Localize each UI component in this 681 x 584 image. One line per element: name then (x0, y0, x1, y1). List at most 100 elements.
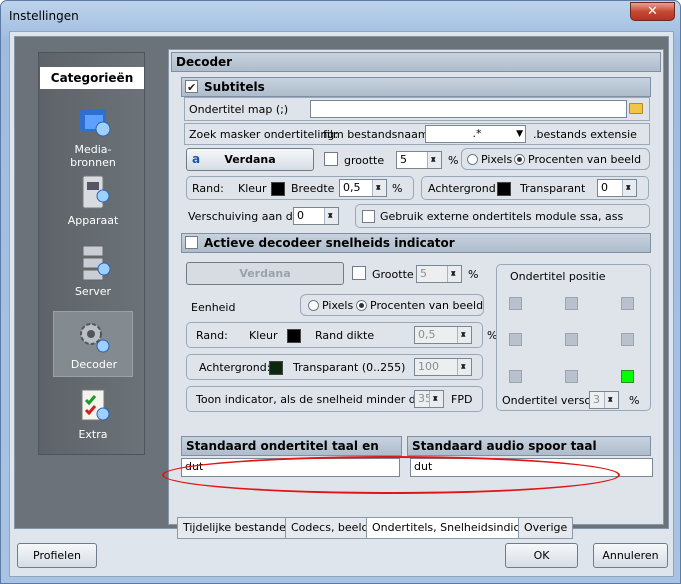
tab-codecs-image[interactable]: Codecs, beeld (285, 517, 375, 539)
speed-background-color[interactable] (269, 361, 283, 375)
position-cell-middle-right[interactable] (621, 333, 634, 346)
title-bar: Instellingen ✕ (1, 1, 680, 31)
position-cell-top-left[interactable] (509, 297, 522, 310)
speed-border-spinner[interactable]: 0,5 (414, 326, 472, 344)
speed-transparent-label: Transparant (0..255) (293, 361, 406, 374)
audio-language-header: Standaard audio spoor taal (407, 436, 651, 456)
settings-window: Instellingen ✕ Categorieën Media-bronnen (0, 0, 681, 584)
decoder-header: Decoder (171, 52, 661, 72)
subtitle-font-label: Verdana (224, 153, 276, 166)
position-shift-percent: % (629, 394, 640, 407)
position-cell-top-right[interactable] (621, 297, 634, 310)
search-mask-text: film bestandsnaam (323, 128, 429, 141)
subtitle-border-color[interactable] (271, 182, 285, 196)
category-header: Categorieën (40, 67, 144, 89)
category-decoder[interactable]: Decoder (53, 311, 133, 377)
subtitle-language-header: Standaard ondertitel taal en audio sp (181, 436, 402, 471)
subtitle-transparent-label: Transparant (520, 182, 586, 195)
speed-indicator-label: Actieve decodeer snelheids indicator (204, 236, 455, 250)
search-mask-label: Zoek masker ondertiteling: (189, 128, 339, 141)
speed-show-spinner[interactable]: 35 (414, 390, 444, 408)
speed-background-label: Achtergrond: (199, 361, 271, 374)
font-icon: a (192, 152, 201, 166)
content-frame: Categorieën Media-bronnen Apparaat Serve… (14, 36, 669, 539)
position-cell-bottom-center[interactable] (565, 370, 578, 383)
speed-color-label: Kleur (249, 329, 278, 342)
subtitle-background-color[interactable] (497, 182, 511, 196)
position-cell-top-center[interactable] (565, 297, 578, 310)
ok-button[interactable]: OK (505, 543, 578, 568)
subtitle-unit-percent[interactable]: Procenten van beeld (514, 153, 641, 166)
position-shift-spinner[interactable]: 3 (589, 391, 619, 409)
speed-font-button[interactable]: Verdana (186, 262, 344, 285)
category-panel: Categorieën Media-bronnen Apparaat Serve… (38, 52, 145, 455)
subtitle-width-label: Breedte (291, 182, 335, 195)
folder-icon[interactable] (629, 103, 643, 114)
category-label: Media-bronnen (70, 143, 116, 169)
position-cell-middle-left[interactable] (509, 333, 522, 346)
device-icon (82, 175, 110, 209)
close-button[interactable]: ✕ (630, 2, 675, 21)
speed-border-thickness-label: Rand dikte (315, 329, 375, 342)
tab-temporary-files[interactable]: Tijdelijke bestanden (177, 517, 299, 539)
subtitle-folder-input[interactable] (310, 100, 627, 118)
search-mask-suffix: .bestands extensie (533, 128, 637, 141)
external-module-label: Gebruik externe ondertitels module ssa, … (380, 210, 624, 223)
subtitles-header: Subtitels (181, 77, 651, 97)
search-mask-row: Zoek masker ondertiteling: film bestands… (184, 123, 650, 145)
position-cell-middle-center[interactable] (565, 333, 578, 346)
decoder-icon (80, 323, 110, 353)
subtitle-size-label: grootte (344, 154, 385, 167)
category-extra[interactable]: Extra (53, 382, 133, 448)
subtitle-position-title: Ondertitel positie (510, 270, 606, 283)
search-mask-select[interactable]: .* ▼ (425, 125, 526, 143)
subtitle-width-percent: % (392, 182, 403, 195)
subtitle-shift-spinner[interactable]: 0 (293, 207, 339, 225)
category-media-sources[interactable]: Media-bronnen (53, 97, 133, 169)
tab-other[interactable]: Overige (518, 517, 574, 539)
speed-transparent-spinner[interactable]: 100 (414, 358, 472, 376)
position-cell-bottom-left[interactable] (509, 370, 522, 383)
speed-border-color[interactable] (287, 329, 301, 343)
speed-size-spinner[interactable]: 5 (416, 265, 462, 283)
subtitle-folder-label: Ondertitel map (;) (189, 103, 289, 116)
subtitles-checkbox[interactable] (185, 79, 198, 97)
window-title: Instellingen (9, 9, 79, 23)
speed-font-label: Verdana (239, 267, 291, 280)
media-sources-icon (80, 109, 111, 137)
subtitle-font-color-box[interactable] (324, 152, 338, 166)
speed-background-group: Achtergrond: Transparant (0..255) 100 (186, 354, 483, 380)
speed-show-fpd: FPD (451, 393, 473, 406)
subtitle-position-group: Ondertitel positie Ondertitel verschu 3 … (496, 264, 651, 411)
external-module-group: Gebruik externe ondertitels module ssa, … (355, 204, 650, 228)
subtitle-border-group: Rand: Kleur Breedte 0,5 % (186, 176, 414, 200)
subtitle-background-label: Achtergrond: (428, 182, 500, 195)
subtitle-size-spinner[interactable]: 5 (396, 151, 442, 169)
position-cell-bottom-right[interactable] (621, 370, 634, 383)
server-icon (82, 245, 111, 281)
speed-unit-percent[interactable]: Procenten van beeld (356, 299, 483, 312)
subtitles-label: Subtitels (204, 80, 265, 94)
category-label: Server (74, 285, 112, 298)
subtitle-width-spinner[interactable]: 0,5 (339, 179, 387, 197)
extra-icon (81, 389, 110, 421)
external-module-checkbox[interactable] (362, 210, 375, 223)
speed-indicator-checkbox[interactable] (185, 236, 198, 249)
speed-font-color-box[interactable] (352, 266, 366, 280)
subtitle-size-percent: % (448, 154, 459, 167)
speed-unit-pixels[interactable]: Pixels (308, 299, 353, 312)
category-label: Decoder (70, 358, 118, 371)
subtitle-unit-pixels[interactable]: Pixels (467, 153, 512, 166)
profiles-button[interactable]: Profielen (17, 543, 97, 568)
subtitle-size-value: 5 (400, 153, 407, 166)
subtitle-font-button[interactable]: a Verdana (186, 148, 314, 171)
category-server[interactable]: Server (53, 239, 133, 305)
subtitle-transparent-spinner[interactable]: 0 (597, 179, 637, 197)
category-device[interactable]: Apparaat (53, 168, 133, 234)
speed-size-label: Grootte (372, 268, 414, 281)
speed-size-percent: % (468, 268, 479, 281)
cancel-button[interactable]: Annuleren (593, 543, 668, 568)
speed-unit-label: Eenheid (191, 301, 236, 314)
chevron-down-icon: ▼ (516, 129, 523, 139)
subtitle-background-group: Achtergrond: Transparant 0 (421, 176, 649, 200)
